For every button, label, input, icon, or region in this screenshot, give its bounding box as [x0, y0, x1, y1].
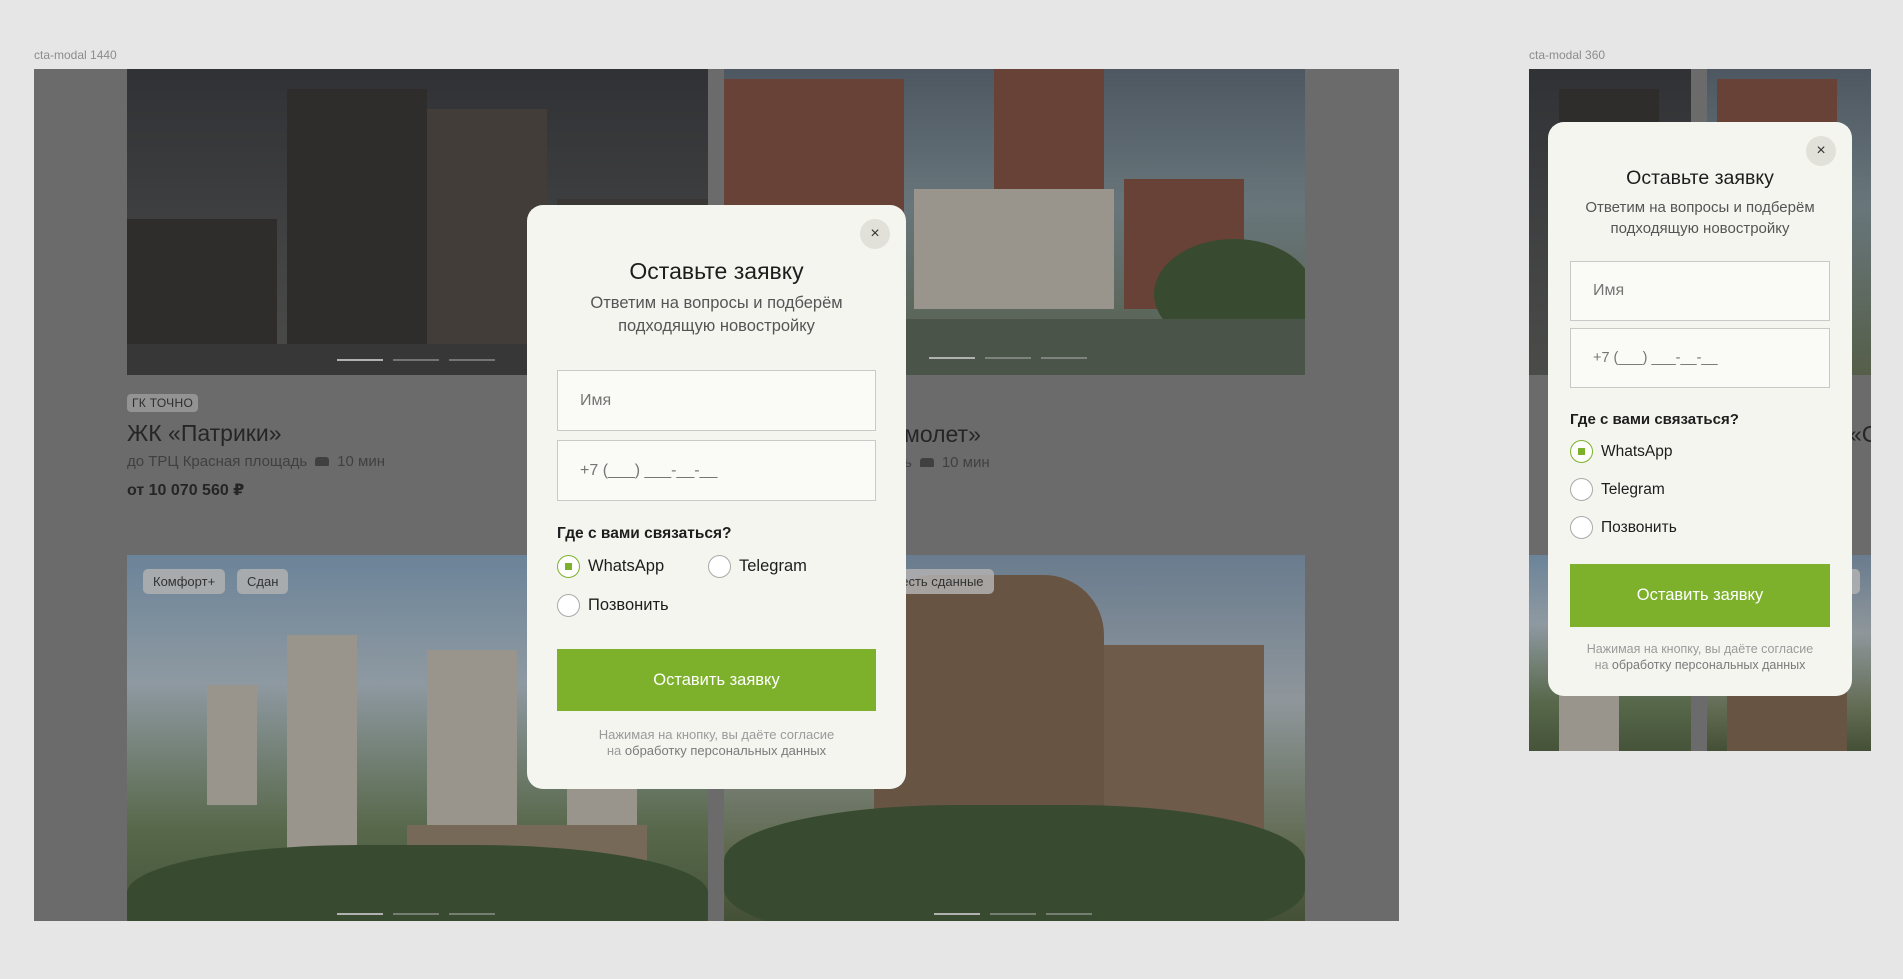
subtitle-line-2: подходящую новостройку: [1610, 220, 1790, 237]
radio-unchecked-icon: [1570, 516, 1593, 539]
phone-field[interactable]: [557, 440, 876, 501]
radio-call[interactable]: Позвонить: [1570, 516, 1677, 539]
contact-question: Где с вами связаться?: [1570, 411, 1739, 428]
name-field[interactable]: [557, 370, 876, 431]
radio-label: Telegram: [1601, 480, 1665, 498]
radio-label: Telegram: [739, 557, 807, 575]
radio-whatsapp[interactable]: WhatsApp: [1570, 440, 1673, 463]
modal-title: Оставьте заявку: [1626, 167, 1774, 189]
consent-line-1: Нажимая на кнопку, вы даёте согласие: [1586, 642, 1814, 656]
contact-question: Где с вами связаться?: [557, 525, 732, 542]
phone-input[interactable]: [1593, 350, 1829, 366]
radio-unchecked-icon: [1570, 478, 1593, 501]
radio-whatsapp[interactable]: WhatsApp: [557, 555, 664, 578]
consent-line-2: на обработку персональных данных: [1556, 658, 1844, 674]
radio-telegram[interactable]: Telegram: [708, 555, 807, 578]
close-icon: ×: [1816, 142, 1826, 159]
phone-input[interactable]: [580, 461, 875, 480]
radio-label: WhatsApp: [588, 557, 665, 575]
desktop-frame: ГК ТОЧНО ЖК «Патрики» до ТРЦ Красная пло…: [34, 69, 1399, 921]
mobile-frame: «С ит × Оставьте заявку Ответим на вопро…: [1529, 69, 1871, 751]
request-modal: × Оставьте заявку Ответим на вопросы и п…: [527, 205, 906, 789]
radio-unchecked-icon: [708, 555, 731, 578]
radio-checked-icon: [557, 555, 580, 578]
subtitle-line-1: Ответим на вопросы и подберём: [1585, 199, 1815, 216]
modal-title: Оставьте заявку: [629, 258, 804, 284]
subtitle-line-2: подходящую новостройку: [618, 317, 815, 336]
close-button[interactable]: ×: [1806, 136, 1836, 166]
consent-text: Нажимая на кнопку, вы даёте согласие на …: [1556, 642, 1844, 673]
privacy-link[interactable]: обработку персональных данных: [1612, 658, 1805, 672]
consent-line-1: Нажимая на кнопку, вы даёте согласие: [598, 727, 835, 742]
radio-unchecked-icon: [557, 594, 580, 617]
modal-subtitle: Ответим на вопросы и подберём подходящую…: [527, 292, 906, 338]
name-input[interactable]: [1593, 282, 1829, 300]
mobile-frame-label: cta-modal 360: [1529, 48, 1606, 62]
phone-field[interactable]: [1570, 328, 1830, 388]
name-input[interactable]: [580, 391, 875, 410]
request-modal-mobile: × Оставьте заявку Ответим на вопросы и п…: [1548, 122, 1852, 696]
radio-label: WhatsApp: [1601, 442, 1673, 460]
consent-text: Нажимая на кнопку, вы даёте согласие на …: [547, 727, 886, 760]
consent-prefix: на: [1594, 657, 1612, 672]
consent-prefix: на: [606, 743, 625, 759]
subtitle-line-1: Ответим на вопросы и подберём: [590, 294, 843, 312]
submit-button[interactable]: Оставить заявку: [557, 649, 876, 711]
name-field[interactable]: [1570, 261, 1830, 321]
radio-label: Позвонить: [1601, 518, 1677, 536]
close-button[interactable]: ×: [860, 219, 890, 249]
submit-button[interactable]: Оставить заявку: [1570, 564, 1830, 627]
consent-line-2: на обработку персональных данных: [547, 743, 886, 759]
close-icon: ×: [870, 225, 880, 242]
desktop-frame-label: cta-modal 1440: [34, 48, 117, 62]
radio-label: Позвонить: [588, 596, 669, 614]
radio-telegram[interactable]: Telegram: [1570, 478, 1665, 501]
modal-subtitle: Ответим на вопросы и подберём подходящую…: [1548, 197, 1852, 239]
radio-call[interactable]: Позвонить: [557, 594, 669, 617]
radio-checked-icon: [1570, 440, 1593, 463]
privacy-link[interactable]: обработку персональных данных: [625, 743, 826, 758]
